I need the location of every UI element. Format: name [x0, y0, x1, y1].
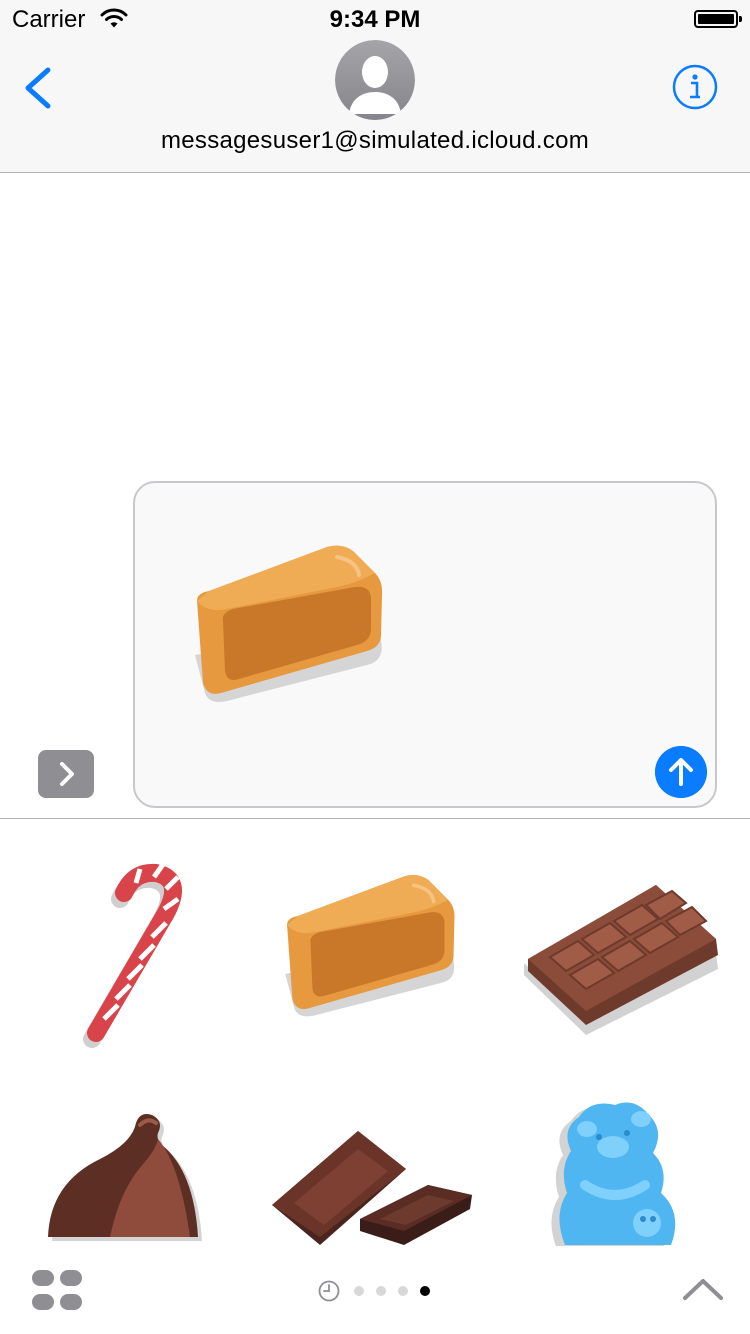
expand-button[interactable]	[38, 750, 94, 798]
app-drawer-bar	[0, 1246, 750, 1334]
recent-clock-icon[interactable]	[318, 1280, 340, 1302]
gummy-bear-sticker[interactable]	[545, 1095, 705, 1246]
send-button[interactable]	[655, 746, 707, 798]
chevron-right-icon	[60, 762, 74, 786]
info-icon[interactable]	[672, 64, 718, 110]
page-dot[interactable]	[354, 1286, 364, 1296]
back-chevron-icon[interactable]	[20, 64, 56, 112]
chocolate-pieces-sticker[interactable]	[268, 1127, 478, 1246]
caramel-sticker[interactable]	[187, 543, 397, 723]
app-drawer-icon[interactable]	[32, 1270, 84, 1310]
page-indicator	[318, 1280, 438, 1302]
person-silhouette-icon	[335, 40, 415, 120]
sticker-drawer	[0, 819, 750, 1246]
contact-avatar[interactable]	[335, 40, 415, 120]
chocolate-bar-sticker[interactable]	[520, 879, 725, 1039]
contact-name[interactable]: messagesuser1@simulated.icloud.com	[0, 127, 750, 155]
battery-icon	[694, 10, 742, 28]
page-dot[interactable]	[376, 1286, 386, 1296]
page-dot-active[interactable]	[420, 1286, 430, 1296]
chevron-up-icon[interactable]	[680, 1274, 726, 1304]
message-compose-field[interactable]	[133, 481, 717, 808]
status-bar: Carrier 9:34 PM	[0, 0, 750, 40]
caramel-sticker[interactable]	[278, 869, 468, 1039]
page-dot[interactable]	[398, 1286, 408, 1296]
navigation-bar: Carrier 9:34 PM messagesuser1@simulated.…	[0, 0, 750, 173]
candy-cane-sticker[interactable]	[74, 849, 204, 1049]
clock: 9:34 PM	[329, 6, 421, 33]
chocolate-chip-sticker[interactable]	[40, 1109, 210, 1246]
